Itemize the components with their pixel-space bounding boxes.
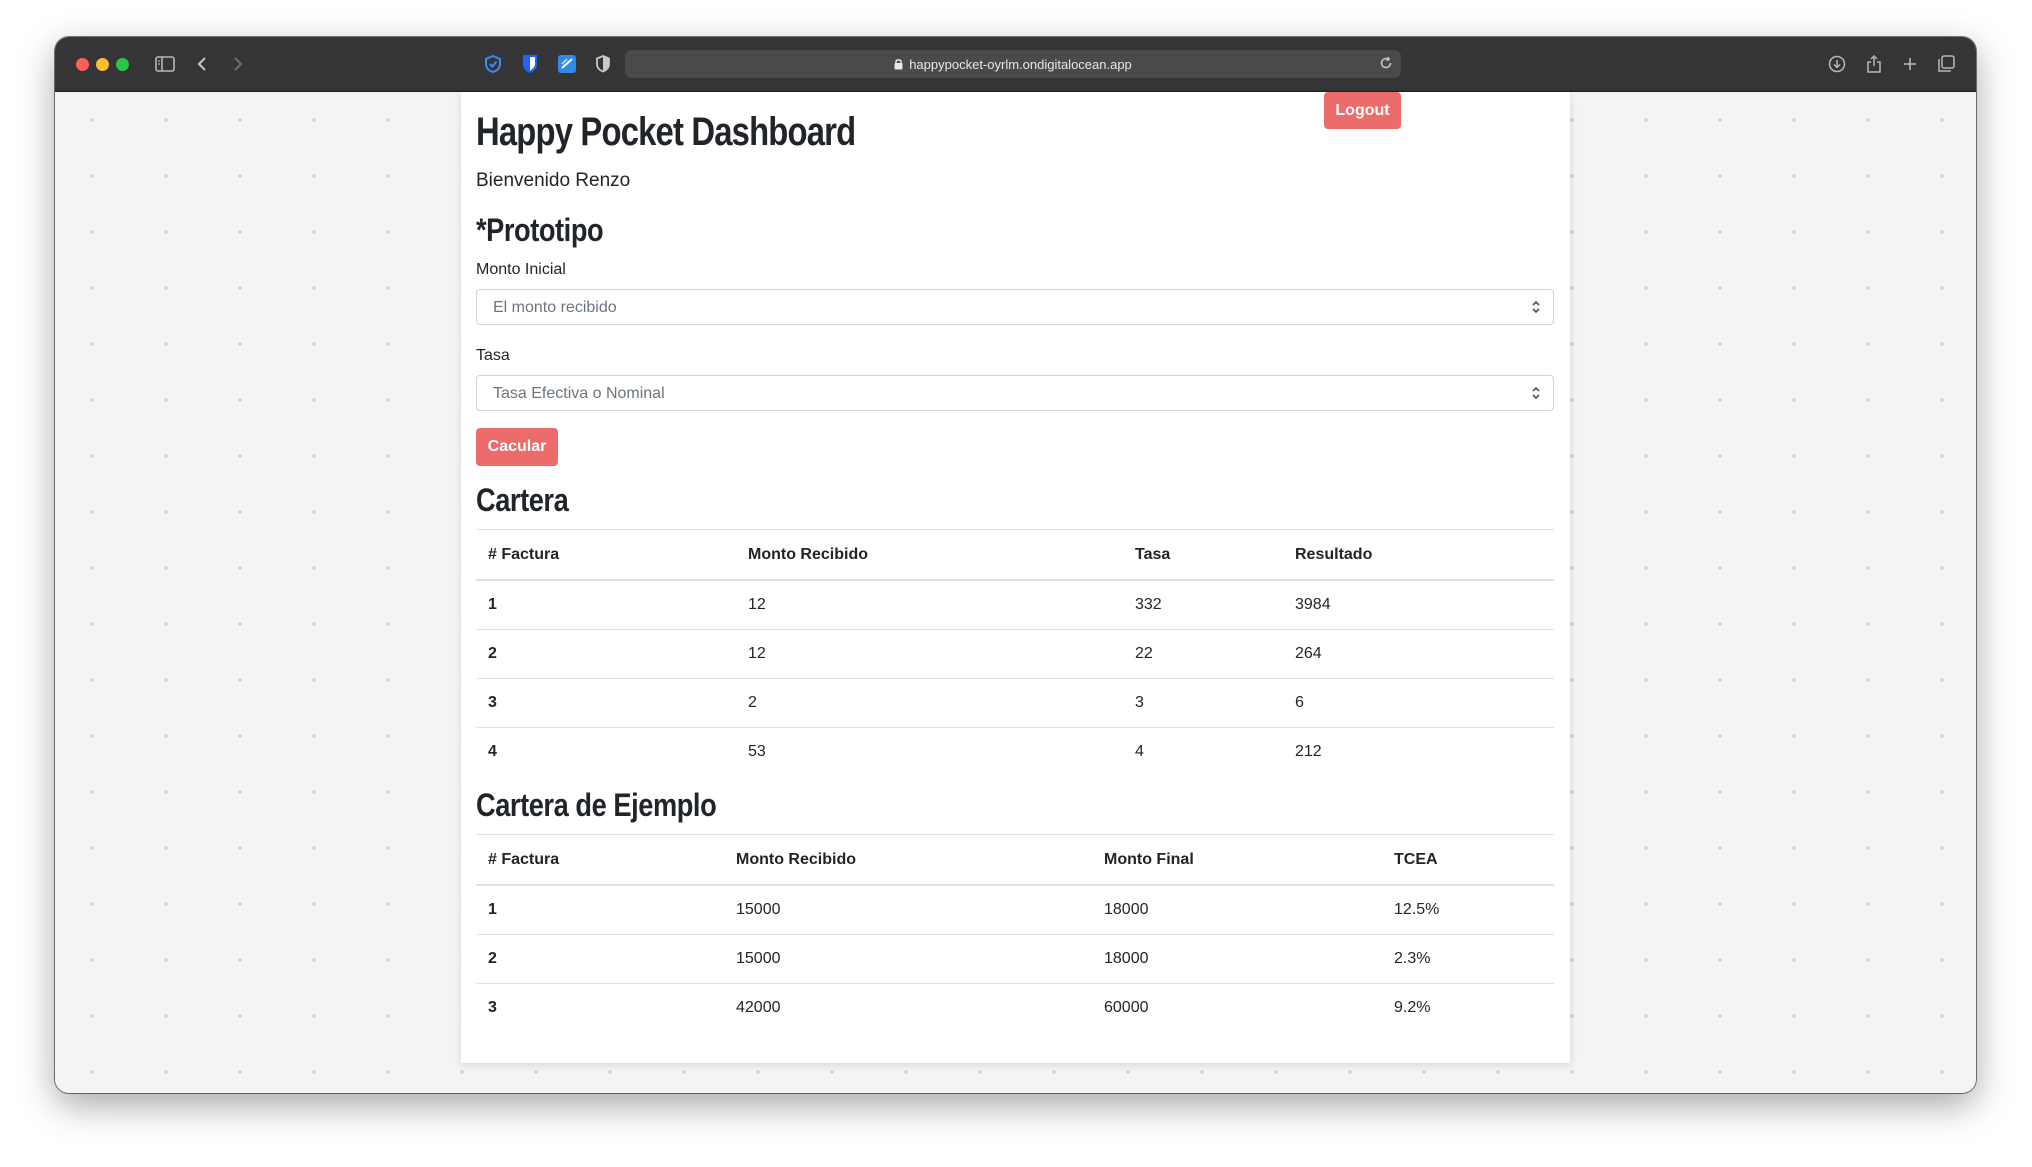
back-icon[interactable] [189, 51, 215, 77]
monto-inicial-label: Monto Inicial [476, 261, 566, 278]
column-header: # Factura [476, 834, 724, 886]
table-cell: 15000 [724, 885, 1092, 935]
table-row: 2 12 22 264 [476, 629, 1554, 679]
close-window-button[interactable] [76, 58, 89, 71]
zoom-window-button[interactable] [116, 58, 129, 71]
logout-button[interactable]: Logout [1324, 92, 1401, 129]
table-cell: 15000 [724, 934, 1092, 984]
column-header: Resultado [1283, 529, 1554, 581]
page-background: Logout Happy Pocket Dashboard Bienvenido… [55, 92, 1976, 1093]
table-cell: 3 [476, 678, 736, 728]
downloads-icon[interactable] [1824, 51, 1850, 77]
welcome-text: Bienvenido Renzo [476, 170, 631, 191]
cartera-table: # Factura Monto Recibido Tasa Resultado … [476, 529, 1554, 776]
table-cell: 3984 [1283, 580, 1554, 630]
table-cell: 2 [476, 934, 724, 984]
column-header: Monto Recibido [724, 834, 1092, 886]
tasa-select[interactable]: Tasa Efectiva o Nominal [476, 375, 1554, 411]
table-cell: 332 [1123, 580, 1283, 630]
table-cell: 1 [476, 885, 724, 935]
column-header: Tasa [1123, 529, 1283, 581]
table-cell: 4 [488, 743, 497, 760]
table-cell: 53 [748, 743, 766, 760]
column-header: Monto Final [1092, 834, 1382, 886]
cartera-ejemplo-heading: Cartera de Ejemplo [476, 787, 717, 823]
cartera-heading: Cartera [476, 482, 569, 518]
address-bar[interactable]: happypocket-oyrlm.ondigitalocean.app [625, 50, 1401, 78]
table-cell: 212 [1295, 743, 1322, 760]
shield-extension-icon[interactable] [590, 51, 616, 77]
select-caret-icon [1531, 299, 1541, 320]
tasa-value: Tasa Efectiva o Nominal [493, 385, 665, 402]
table-cell: 42000 [736, 999, 781, 1016]
table-row: 3 2 3 6 [476, 678, 1554, 728]
monto-inicial-value: El monto recibido [493, 299, 617, 316]
table-cell: 12.5% [1382, 885, 1554, 935]
browser-toolbar: happypocket-oyrlm.ondigitalocean.app [55, 37, 1976, 92]
notes-extension-icon[interactable] [554, 51, 580, 77]
table-cell: 1 [476, 580, 736, 630]
share-icon[interactable] [1861, 51, 1887, 77]
table-row: 1 15000 18000 12.5% [476, 885, 1554, 935]
table-cell: 22 [1123, 629, 1283, 679]
calcular-button[interactable]: Cacular [476, 428, 558, 466]
column-header: TCEA [1382, 834, 1554, 886]
prototype-heading: *Prototipo [476, 212, 604, 248]
table-cell: 6 [1283, 678, 1554, 728]
table-cell: 18000 [1092, 885, 1382, 935]
table-header-row: # Factura Monto Recibido Monto Final TCE… [476, 834, 1554, 886]
forward-icon[interactable] [225, 51, 251, 77]
lock-icon [894, 58, 903, 70]
table-cell: 2 [476, 629, 736, 679]
table-row: 4 53 4 212 [476, 728, 1554, 777]
privacy-shield-extension-icon[interactable] [480, 51, 506, 77]
table-cell: 12 [736, 580, 1123, 630]
table-cell: 3 [488, 999, 497, 1016]
table-cell: 18000 [1092, 934, 1382, 984]
dashboard-card: Logout Happy Pocket Dashboard Bienvenido… [461, 92, 1570, 1063]
table-cell: 2.3% [1382, 934, 1554, 984]
table-cell: 9.2% [1394, 999, 1431, 1016]
monto-inicial-select[interactable]: El monto recibido [476, 289, 1554, 325]
table-cell: 12 [736, 629, 1123, 679]
table-row: 1 12 332 3984 [476, 580, 1554, 630]
table-row: 2 15000 18000 2.3% [476, 934, 1554, 984]
table-cell: 3 [1123, 678, 1283, 728]
select-caret-icon [1531, 385, 1541, 406]
table-cell: 264 [1283, 629, 1554, 679]
table-cell: 2 [736, 678, 1123, 728]
table-header-row: # Factura Monto Recibido Tasa Resultado [476, 529, 1554, 581]
page-title: Happy Pocket Dashboard [476, 110, 856, 154]
tab-overview-icon[interactable] [1933, 51, 1959, 77]
tasa-label: Tasa [476, 347, 510, 364]
new-tab-icon[interactable] [1897, 51, 1923, 77]
table-cell: 60000 [1104, 999, 1149, 1016]
column-header: Monto Recibido [736, 529, 1123, 581]
minimize-window-button[interactable] [96, 58, 109, 71]
cartera-ejemplo-table: # Factura Monto Recibido Monto Final TCE… [476, 834, 1554, 1032]
bitwarden-extension-icon[interactable] [517, 51, 543, 77]
column-header: # Factura [476, 529, 736, 581]
reload-icon[interactable] [1379, 56, 1393, 75]
sidebar-toggle-icon[interactable] [152, 51, 178, 77]
table-row: 3 42000 60000 9.2% [476, 984, 1554, 1033]
table-cell: 4 [1135, 743, 1144, 760]
url-text: happypocket-oyrlm.ondigitalocean.app [909, 56, 1132, 72]
browser-window: happypocket-oyrlm.ondigitalocean.app Log… [55, 37, 1976, 1093]
